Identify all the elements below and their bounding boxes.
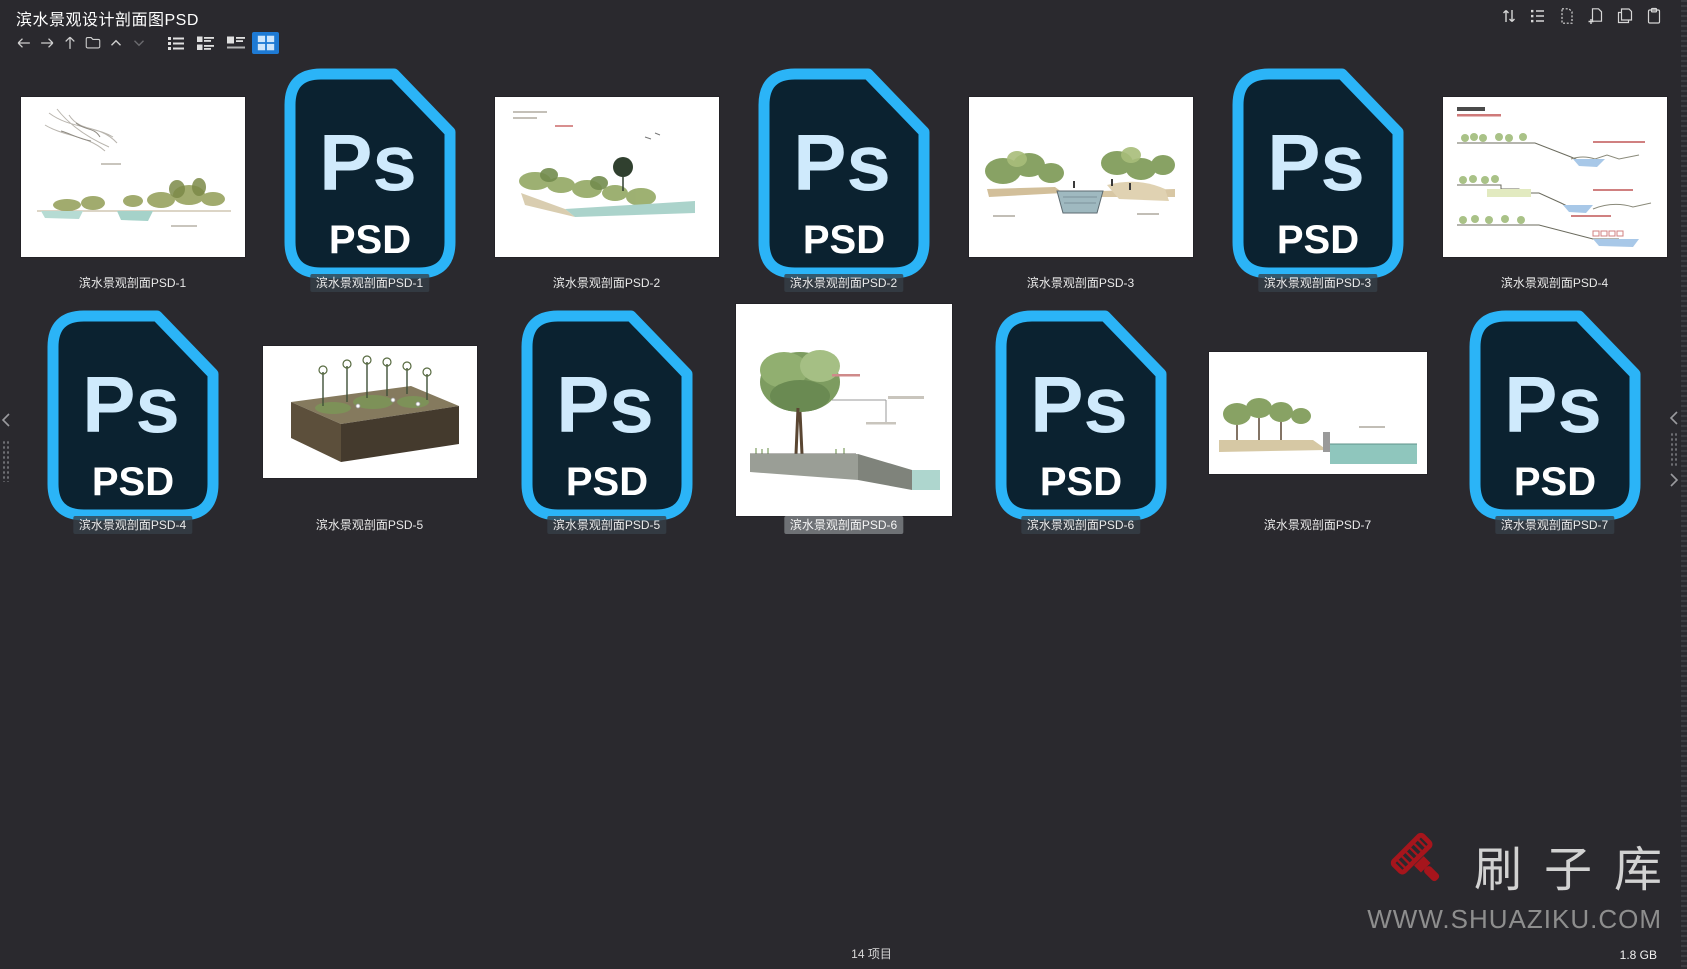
svg-text:PSD: PSD bbox=[91, 460, 173, 504]
file-thumbnail bbox=[1209, 352, 1427, 474]
file-thumbnail bbox=[21, 97, 245, 257]
collapse-down-button bbox=[127, 32, 150, 54]
file-label: 滨水景观剖面PSD-4 bbox=[1495, 274, 1614, 292]
psd-file-icon: Ps PSD bbox=[756, 66, 932, 284]
view-mode-switcher bbox=[162, 32, 279, 54]
chevron-right-icon bbox=[1669, 472, 1679, 488]
file-label: 滨水景观剖面PSD-3 bbox=[1258, 274, 1377, 292]
image-file-item[interactable]: 滨水景观剖面PSD-7 bbox=[1199, 300, 1436, 540]
topbar-actions bbox=[1498, 5, 1665, 27]
file-label: 滨水景观剖面PSD-2 bbox=[547, 274, 666, 292]
svg-text:Ps: Ps bbox=[82, 360, 180, 449]
watermark-url: WWW.SHUAZIKU.COM bbox=[1367, 904, 1662, 935]
svg-text:Ps: Ps bbox=[1504, 360, 1602, 449]
file-label: 滨水景观剖面PSD-1 bbox=[310, 274, 429, 292]
svg-text:PSD: PSD bbox=[328, 218, 410, 262]
left-pane-splitter[interactable] bbox=[1, 412, 13, 482]
psd-file-icon: Ps PSD bbox=[1467, 308, 1643, 526]
psd-file-icon: Ps PSD bbox=[1230, 66, 1406, 284]
svg-text:PSD: PSD bbox=[565, 460, 647, 504]
chevron-left-icon bbox=[1669, 410, 1679, 426]
file-label: 滨水景观剖面PSD-4 bbox=[73, 516, 192, 534]
drag-handle-dots bbox=[2, 440, 9, 482]
file-label: 滨水景观剖面PSD-7 bbox=[1258, 516, 1377, 534]
collapse-up-button[interactable] bbox=[104, 32, 127, 54]
file-label: 滨水景观剖面PSD-1 bbox=[73, 274, 192, 292]
svg-text:Ps: Ps bbox=[556, 360, 654, 449]
svg-text:Ps: Ps bbox=[1030, 360, 1128, 449]
file-grid-row-2: Ps PSD 滨水景观剖面PSD-4 滨水景观剖面PSD-5 Ps PSD 滨水… bbox=[14, 300, 1674, 540]
svg-text:PSD: PSD bbox=[802, 218, 884, 262]
svg-text:Ps: Ps bbox=[319, 118, 417, 207]
psd-file-icon: Ps PSD bbox=[519, 308, 695, 526]
new-item-icon[interactable] bbox=[1585, 5, 1607, 27]
file-thumbnail bbox=[736, 304, 952, 516]
file-label: 滨水景观剖面PSD-6 bbox=[784, 516, 903, 534]
file-thumbnail bbox=[1443, 97, 1667, 257]
image-file-item[interactable]: 滨水景观剖面PSD-1 bbox=[14, 58, 251, 298]
svg-text:PSD: PSD bbox=[1513, 460, 1595, 504]
file-label: 滨水景观剖面PSD-5 bbox=[547, 516, 666, 534]
paste-icon[interactable] bbox=[1643, 5, 1665, 27]
svg-text:PSD: PSD bbox=[1039, 460, 1121, 504]
right-pane-splitter[interactable] bbox=[1669, 410, 1679, 488]
watermark: 刷子库 WWW.SHUAZIKU.COM bbox=[1367, 830, 1662, 935]
back-button[interactable] bbox=[12, 32, 35, 54]
select-dashed-icon[interactable] bbox=[1556, 5, 1578, 27]
file-thumbnail bbox=[263, 346, 477, 478]
psd-file-item[interactable]: Ps PSD 滨水景观剖面PSD-7 bbox=[1436, 300, 1673, 540]
image-file-item[interactable]: 滨水景观剖面PSD-3 bbox=[962, 58, 1199, 298]
psd-file-item[interactable]: Ps PSD 滨水景观剖面PSD-5 bbox=[488, 300, 725, 540]
file-label: 滨水景观剖面PSD-7 bbox=[1495, 516, 1614, 534]
file-label: 滨水景观剖面PSD-5 bbox=[310, 516, 429, 534]
image-file-item[interactable]: 滨水景观剖面PSD-5 bbox=[251, 300, 488, 540]
brush-icon bbox=[1388, 830, 1458, 900]
up-button[interactable] bbox=[58, 32, 81, 54]
svg-text:PSD: PSD bbox=[1276, 218, 1358, 262]
watermark-brand: 刷子库 bbox=[1474, 830, 1684, 900]
psd-file-icon: Ps PSD bbox=[45, 308, 221, 526]
file-label: 滨水景观剖面PSD-6 bbox=[1021, 516, 1140, 534]
chevron-left-icon bbox=[1, 412, 11, 428]
details-list-icon[interactable] bbox=[1527, 5, 1549, 27]
file-grid-row-1: 滨水景观剖面PSD-1 Ps PSD 滨水景观剖面PSD-1 滨水景观剖面PSD… bbox=[14, 58, 1674, 298]
file-thumbnail bbox=[495, 97, 719, 257]
image-file-item[interactable]: 滨水景观剖面PSD-6 bbox=[725, 300, 962, 540]
list-view-button[interactable] bbox=[162, 32, 189, 54]
psd-file-item[interactable]: Ps PSD 滨水景观剖面PSD-1 bbox=[251, 58, 488, 298]
file-thumbnail bbox=[969, 97, 1193, 257]
psd-file-item[interactable]: Ps PSD 滨水景观剖面PSD-2 bbox=[725, 58, 962, 298]
file-label: 滨水景观剖面PSD-2 bbox=[784, 274, 903, 292]
page-title: 滨水景观设计剖面图PSD bbox=[16, 6, 199, 30]
status-total-size: 1.8 GB bbox=[1620, 948, 1657, 962]
image-file-item[interactable]: 滨水景观剖面PSD-4 bbox=[1436, 58, 1673, 298]
folder-button[interactable] bbox=[81, 32, 104, 54]
copy-icon[interactable] bbox=[1614, 5, 1636, 27]
drag-handle-dots bbox=[1670, 432, 1677, 466]
psd-file-icon: Ps PSD bbox=[993, 308, 1169, 526]
svg-text:Ps: Ps bbox=[793, 118, 891, 207]
nav-buttons bbox=[12, 32, 150, 54]
svg-text:Ps: Ps bbox=[1267, 118, 1365, 207]
image-file-item[interactable]: 滨水景观剖面PSD-2 bbox=[488, 58, 725, 298]
tiles-view-button[interactable] bbox=[192, 32, 219, 54]
status-item-count: 14 项目 bbox=[851, 945, 892, 962]
file-label: 滨水景观剖面PSD-3 bbox=[1021, 274, 1140, 292]
forward-button[interactable] bbox=[35, 32, 58, 54]
sort-icon[interactable] bbox=[1498, 5, 1520, 27]
grid-view-button[interactable] bbox=[252, 32, 279, 54]
content-view-button[interactable] bbox=[222, 32, 249, 54]
psd-file-item[interactable]: Ps PSD 滨水景观剖面PSD-3 bbox=[1199, 58, 1436, 298]
navigation-toolbar bbox=[12, 31, 279, 55]
psd-file-item[interactable]: Ps PSD 滨水景观剖面PSD-4 bbox=[14, 300, 251, 540]
psd-file-item[interactable]: Ps PSD 滨水景观剖面PSD-6 bbox=[962, 300, 1199, 540]
right-edge-grip[interactable] bbox=[1681, 0, 1687, 969]
psd-file-icon: Ps PSD bbox=[282, 66, 458, 284]
